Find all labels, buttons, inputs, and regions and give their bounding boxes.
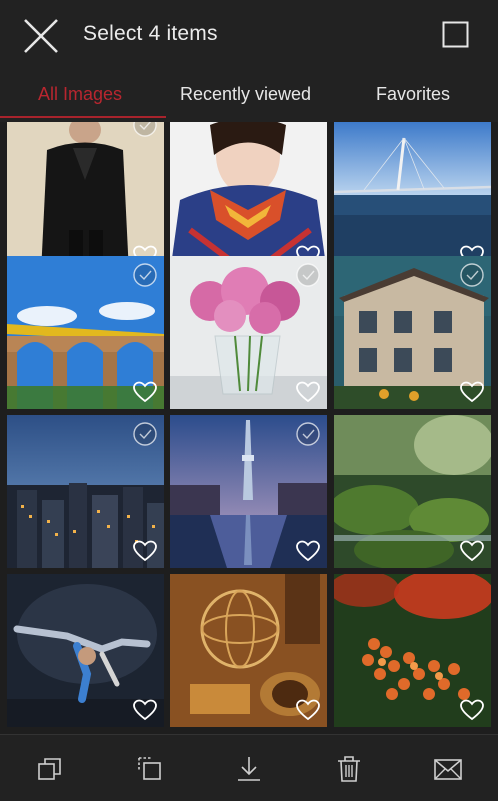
tab-recently-viewed[interactable]: Recently viewed — [180, 84, 311, 105]
gallery-tile-8[interactable] — [170, 415, 327, 568]
gallery-tile-6[interactable] — [334, 256, 491, 409]
select-check-icon[interactable] — [132, 262, 158, 288]
favorite-heart-icon[interactable] — [295, 698, 321, 722]
gallery-tile-7[interactable] — [7, 415, 164, 568]
bottom-action-bar — [0, 734, 498, 801]
gallery-tile-12[interactable] — [334, 574, 491, 727]
favorite-heart-icon[interactable] — [132, 698, 158, 722]
gallery-tile-2[interactable] — [170, 122, 327, 273]
favorite-heart-icon[interactable] — [132, 380, 158, 404]
mail-icon[interactable] — [433, 754, 463, 784]
selection-title: Select 4 items — [83, 22, 218, 45]
top-bar: Select 4 items — [0, 0, 498, 72]
active-tab-indicator — [0, 116, 166, 118]
tab-favorites[interactable]: Favorites — [376, 84, 450, 105]
image-grid[interactable] — [0, 122, 498, 734]
gallery-tile-3[interactable] — [334, 122, 491, 273]
select-check-icon[interactable] — [295, 262, 321, 288]
favorite-heart-icon[interactable] — [295, 380, 321, 404]
download-icon[interactable] — [234, 754, 264, 784]
gallery-tile-9[interactable] — [334, 415, 491, 568]
select-check-icon[interactable] — [132, 421, 158, 447]
gallery-tile-1[interactable] — [7, 122, 164, 273]
select-check-icon[interactable] — [132, 122, 158, 138]
favorite-heart-icon[interactable] — [459, 539, 485, 563]
select-check-icon[interactable] — [295, 421, 321, 447]
gallery-tile-10[interactable] — [7, 574, 164, 727]
tab-all-images[interactable]: All Images — [38, 84, 122, 105]
favorite-heart-icon[interactable] — [295, 539, 321, 563]
select-check-icon[interactable] — [459, 262, 485, 288]
copy-icon[interactable] — [35, 754, 65, 784]
favorite-heart-icon[interactable] — [132, 539, 158, 563]
favorite-heart-icon[interactable] — [459, 380, 485, 404]
gallery-tile-4[interactable] — [7, 256, 164, 409]
select-all-checkbox-icon[interactable] — [442, 21, 469, 48]
tab-bar: All Images Recently viewed Favorites — [0, 72, 498, 122]
delete-icon[interactable] — [334, 754, 364, 784]
move-icon[interactable] — [135, 754, 165, 784]
gallery-tile-11[interactable] — [170, 574, 327, 727]
favorite-heart-icon[interactable] — [459, 698, 485, 722]
close-icon[interactable] — [22, 17, 60, 55]
gallery-tile-5[interactable] — [170, 256, 327, 409]
